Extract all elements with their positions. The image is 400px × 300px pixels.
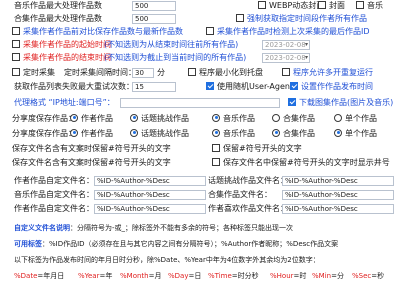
- row-share-save-1: 分享度保存作品： 作者作品 话题挑战作品 音乐作品 合集作品 单个作品: [0, 113, 400, 125]
- tag-month: %Month=月: [120, 272, 162, 280]
- start-time-hint: (不知选则为从结束时间往前所有作品): [104, 40, 239, 49]
- tag-sec: %Sec=秒: [352, 272, 385, 280]
- row-filename-3: 作者作品自定文件名： %ID-%Author-%Desc 作者喜欢作品文件名： …: [0, 203, 400, 215]
- radio-collection-works-2[interactable]: 合集作品: [272, 128, 315, 140]
- scheduled-collect-checkbox[interactable]: 定时采集: [12, 67, 55, 79]
- radio-music-works-2[interactable]: 音乐作品: [212, 128, 255, 140]
- tag-hour: %Hour=时: [270, 272, 307, 280]
- multi-instance-checkbox[interactable]: 程序允许多开重复运行: [282, 67, 373, 79]
- collection-max-input[interactable]: 500: [132, 14, 176, 24]
- row-compare: 采集作者作品前对比保存作品数与最新作品数 采集作者作品时检测上次采集的最后作品I…: [0, 26, 400, 38]
- radio-topic-works[interactable]: 话题挑战作品: [130, 113, 189, 125]
- proxy-input[interactable]: [120, 98, 280, 108]
- compare-count-checkbox[interactable]: 采集作者作品前对比保存作品数与最新作品数: [12, 26, 183, 38]
- keep-hash-label-2: 保存文件名含有文案时保留#符号开头的文字: [12, 158, 171, 167]
- schedule-unit: 分: [157, 68, 165, 77]
- proxy-label: 代理格式 “IP地址:端口号”：: [14, 98, 115, 107]
- collection-filename-input[interactable]: %ID-%Author-%Desc: [282, 190, 394, 200]
- radio-author-works-2[interactable]: 作者作品: [70, 128, 113, 140]
- music-filename-input[interactable]: %ID-%Author-%Desc: [94, 190, 206, 200]
- author-filename-label: 作者作品自定文件名：: [14, 176, 94, 185]
- share-save-label-2: 分享度保存作品：: [12, 129, 76, 138]
- radio-author-works[interactable]: 作者作品: [70, 113, 113, 125]
- tag-min: %Min=分: [312, 272, 344, 280]
- radio-collection-works[interactable]: 合集作品: [272, 113, 315, 125]
- cover-checkbox[interactable]: 封面: [318, 0, 345, 12]
- webp-cover-checkbox[interactable]: WEBP动态封面: [258, 0, 324, 12]
- retry-input[interactable]: 15: [132, 82, 176, 92]
- radio-music-works[interactable]: 音乐作品: [212, 113, 255, 125]
- note-tags-title: 可用标签: [14, 240, 42, 248]
- show-hash-checkbox[interactable]: 保存文件名中保留#符号开头的文字时显示井号: [212, 157, 390, 169]
- author-filename-input[interactable]: %ID-%Author-%Desc: [94, 176, 206, 186]
- topic-filename-label: 话题挑战作品文件名：: [208, 176, 288, 185]
- download-gallery-checkbox[interactable]: 下载图集作品(图片及音乐): [288, 97, 393, 109]
- music-checkbox[interactable]: 音乐: [356, 0, 383, 12]
- end-date-picker[interactable]: 2023-02-08 ▾: [262, 53, 310, 63]
- check-last-id-checkbox[interactable]: 采集作者作品时检测上次采集的最后作品ID: [206, 26, 370, 38]
- radio-topic-works-2[interactable]: 话题挑战作品: [130, 128, 189, 140]
- end-time-hint: (不知选则为截止到当前时间的所有作品): [104, 53, 247, 62]
- row-filename-1: 作者作品自定文件名： %ID-%Author-%Desc 话题挑战作品文件名： …: [0, 175, 400, 187]
- liked-filename-input[interactable]: %ID-%Author-%Desc: [282, 204, 394, 214]
- calendar-icon: ▾: [304, 41, 308, 48]
- row-filename-2: 音乐作品自定文件名： %ID-%Author-%Desc 合集作品文件名： %I…: [0, 189, 400, 201]
- note-filename-title: 自定义文件名说明: [14, 224, 70, 232]
- start-time-checkbox[interactable]: 采集作者作品的起始时间: [12, 39, 111, 51]
- row-end-time: 采集作者作品的结束时间 (不知选则为截止到当前时间的所有作品) 2023-02-…: [0, 52, 400, 64]
- music-max-input[interactable]: 500: [132, 1, 176, 11]
- row-proxy: 代理格式 “IP地址:端口号”： 下载图集作品(图片及音乐): [0, 97, 400, 109]
- music-max-label: 音乐作品最大处理作品数: [14, 1, 102, 10]
- tag-legend: %Date=年月日 %Year=年 %Month=月 %Day=日 %Time=…: [0, 270, 400, 282]
- collection-max-label: 合集作品最大处理作品数: [14, 14, 102, 23]
- keep-hash-checkbox[interactable]: 保留#符号开头的文字: [212, 143, 302, 155]
- tag-date: %Date=年月日: [14, 272, 65, 280]
- force-period-checkbox[interactable]: 强制获取指定时间段作者所有作品: [236, 13, 367, 25]
- author-filename-label-2: 作者作品自定文件名：: [14, 204, 94, 213]
- row-keep-hash-1: 保存文件名含有文案时保留#符号开头的文字 保留#符号开头的文字: [0, 143, 400, 155]
- start-date-picker[interactable]: 2023-02-08 ▾: [262, 40, 310, 50]
- note-tags-body: ：%ID作品ID（必须存在且与其它内容之间有分隔符号）；%Author作者昵称；…: [42, 240, 339, 248]
- row-collection-max: 合集作品最大处理作品数 500 强制获取指定时间段作者所有作品: [0, 13, 400, 25]
- note-time-tags-text: 以下标签为作品发布时间的年月日时分秒，除%Date、%Year中年为4位数字外其…: [14, 256, 320, 264]
- schedule-interval-input[interactable]: 30: [132, 68, 154, 78]
- keep-hash-label: 保存文件名含有文案时保留#符号开头的文字: [12, 144, 171, 153]
- note-time-tags: 以下标签为作品发布时间的年月日时分秒，除%Date、%Year中年为4位数字外其…: [0, 254, 400, 266]
- calendar-icon: ▾: [304, 54, 308, 61]
- author-filename-input-2[interactable]: %ID-%Author-%Desc: [94, 204, 206, 214]
- radio-single-works-2[interactable]: 单个作品: [334, 128, 377, 140]
- collection-filename-label: 合集作品文件名：: [208, 190, 272, 199]
- row-start-time: 采集作者作品的起始时间 (不知选则为从结束时间往前所有作品) 2023-02-0…: [0, 39, 400, 51]
- set-publish-time-checkbox[interactable]: 设置作作品发布时间: [290, 81, 373, 93]
- radio-single-works[interactable]: 单个作品: [334, 113, 377, 125]
- tag-day: %Day=日: [168, 272, 202, 280]
- row-schedule: 定时采集 定时采集间隔时间： 30 分 程序最小化到托盘 程序允许多开重复运行: [0, 67, 400, 79]
- row-retry: 获取作品列表失败最大重试次数： 15 使用随机User-Agent 设置作作品发…: [0, 81, 400, 93]
- note-filename-rules: 自定义文件名说明：分隔符号为-或_；除标签外不能有多余的符号；各种标签只能出现一…: [0, 222, 400, 234]
- topic-filename-input[interactable]: %ID-%Author-%Desc: [282, 176, 394, 186]
- schedule-interval-label: 定时采集间隔时间：: [64, 68, 136, 77]
- tag-time: %Time=时分秒: [208, 272, 259, 280]
- tag-year: %Year=年: [78, 272, 113, 280]
- music-filename-label: 音乐作品自定文件名：: [14, 190, 94, 199]
- row-keep-hash-2: 保存文件名含有文案时保留#符号开头的文字 保存文件名中保留#符号开头的文字时显示…: [0, 157, 400, 169]
- row-music-max: 音乐作品最大处理作品数 500 WEBP动态封面 封面 音乐: [0, 0, 400, 12]
- retry-label: 获取作品列表失败最大重试次数：: [14, 82, 134, 91]
- end-time-checkbox[interactable]: 采集作者作品的结束时间: [12, 52, 111, 64]
- share-save-label: 分享度保存作品：: [12, 114, 76, 123]
- note-filename-body: ：分隔符号为-或_；除标签外不能有多余的符号；各种标签只能出现一次: [70, 224, 294, 232]
- liked-filename-label: 作者喜欢作品文件名：: [208, 204, 288, 213]
- row-share-save-2: 分享度保存作品： 作者作品 话题挑战作品 音乐作品 合集作品 单个作品: [0, 128, 400, 140]
- minimize-tray-checkbox[interactable]: 程序最小化到托盘: [188, 67, 263, 79]
- note-tags: 可用标签：%ID作品ID（必须存在且与其它内容之间有分隔符号）；%Author作…: [0, 238, 400, 250]
- random-ua-checkbox[interactable]: 使用随机User-Agent: [206, 81, 293, 93]
